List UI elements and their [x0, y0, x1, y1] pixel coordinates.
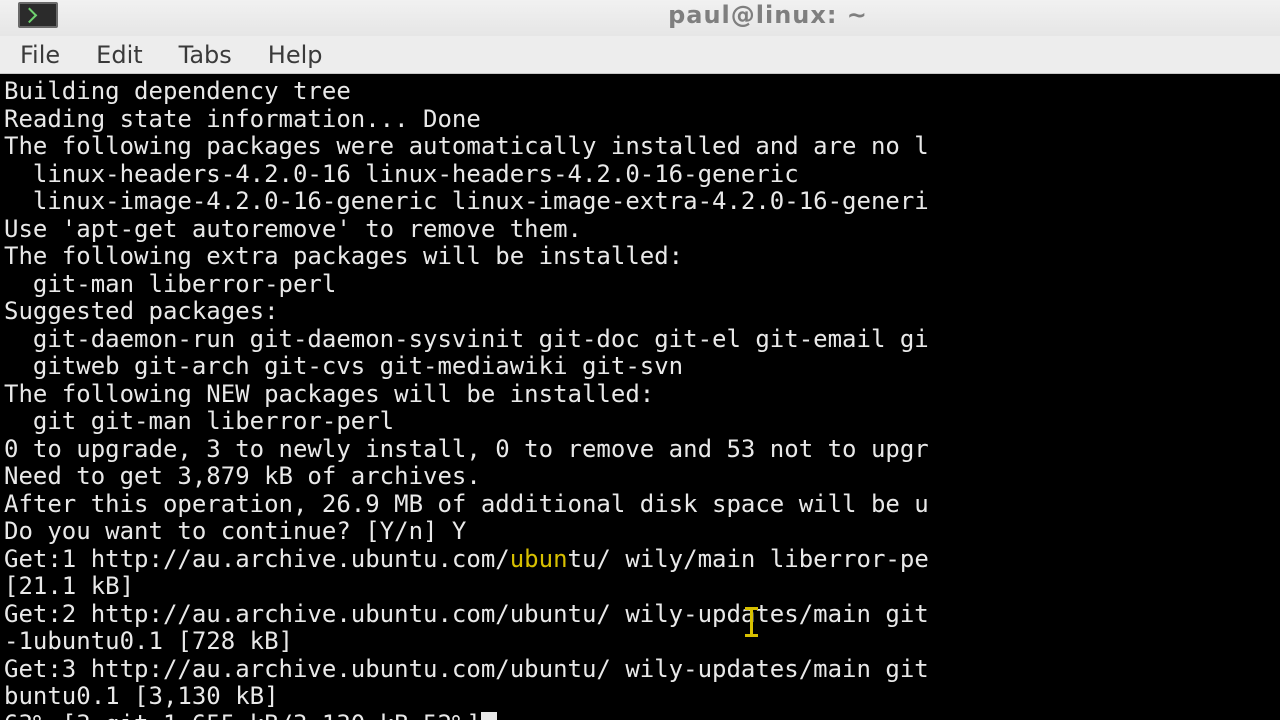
terminal-line: Get:3 http://au.archive.ubuntu.com/ubunt… [4, 654, 929, 684]
terminal-line-text: The following packages were automaticall… [4, 132, 929, 160]
menu-bar: File Edit Tabs Help [0, 36, 1280, 74]
terminal-line: gitweb git-arch git-cvs git-mediawiki gi… [4, 352, 929, 381]
terminal-line-text: 0 to upgrade, 3 to newly install, 0 to r… [4, 434, 929, 463]
menu-edit[interactable]: Edit [96, 41, 142, 69]
terminal-line: The following packages were automaticall… [4, 132, 929, 161]
terminal-line-text: Get:2 http://au.archive.ubuntu.com/ubunt… [4, 599, 929, 628]
terminal-line-text: After this operation, 26.9 MB of additio… [4, 489, 929, 518]
terminal-line-text: git-man liberror-perl [4, 269, 337, 298]
terminal-line: 0 to upgrade, 3 to newly install, 0 to r… [4, 434, 929, 464]
terminal-line: Use 'apt-get autoremove' to remove them. [4, 214, 929, 244]
menu-tabs[interactable]: Tabs [179, 41, 232, 69]
window-title: paul@linux: ~ [668, 1, 868, 29]
terminal-line-text: The following NEW packages will be insta… [4, 379, 655, 408]
terminal-line-text: The following extra packages will be ins… [4, 242, 684, 270]
terminal-line-text: Get:1 http://au.archive.ubuntu.com/ [4, 544, 510, 573]
terminal-line-text: Suggested packages: [4, 297, 279, 325]
terminal-line: git-man liberror-perl [4, 269, 929, 299]
terminal-line-text: Use 'apt-get autoremove' to remove them. [4, 214, 582, 243]
terminal-line-text: buntu0.1 [3,130 kB] [4, 682, 279, 710]
terminal-line: Need to get 3,879 kB of archives. [4, 462, 929, 491]
terminal-line: After this operation, 26.9 MB of additio… [4, 489, 929, 519]
terminal-line: git-daemon-run git-daemon-sysvinit git-d… [4, 324, 929, 354]
text-cursor-icon [745, 607, 758, 637]
terminal-line-text: Do you want to continue? [Y/n] Y [4, 517, 467, 545]
terminal-line-text: linux-headers-4.2.0-16 linux-headers-4.2… [4, 159, 799, 188]
terminal-line-text: Need to get 3,879 kB of archives. [4, 462, 481, 490]
terminal-line: Building dependency tree [4, 77, 929, 106]
terminal-line-text: tu/ wily/main liberror-pe [567, 544, 929, 573]
terminal-line: -1ubuntu0.1 [728 kB] [4, 627, 929, 656]
terminal-line-text: git git-man liberror-perl [4, 407, 395, 435]
terminal-line: [21.1 kB] [4, 572, 929, 601]
terminal-line: Get:2 http://au.archive.ubuntu.com/ubunt… [4, 599, 929, 629]
terminal-line-text: 63% [3 git 1,655 kB/3,130 kB 52%] [4, 710, 481, 720]
terminal-line-text: Building dependency tree [4, 77, 351, 105]
terminal-line-text: -1ubuntu0.1 [728 kB] [4, 627, 293, 655]
terminal-line: 63% [3 git 1,655 kB/3,130 kB 52%] [4, 710, 929, 720]
title-bar[interactable]: paul@linux: ~ [0, 0, 1280, 36]
menu-help[interactable]: Help [268, 41, 323, 69]
highlighted-text: ubun [509, 544, 568, 573]
terminal-line-text: [21.1 kB] [4, 572, 135, 600]
terminal-line-text: gitweb git-arch git-cvs git-mediawiki gi… [4, 352, 684, 380]
terminal-line-text: git-daemon-run git-daemon-sysvinit git-d… [4, 324, 929, 353]
terminal-line-text: Reading state information... Done [4, 104, 481, 133]
menu-file[interactable]: File [20, 41, 60, 69]
terminal-output-area[interactable]: Building dependency tree Reading state in… [0, 74, 1280, 720]
terminal-cursor [480, 711, 497, 720]
terminal-line: Suggested packages: [4, 297, 929, 326]
terminal-line: buntu0.1 [3,130 kB] [4, 682, 929, 711]
terminal-line: git git-man liberror-perl [4, 407, 929, 436]
terminal-line: The following NEW packages will be insta… [4, 379, 929, 409]
terminal-line-text: linux-image-4.2.0-16-generic linux-image… [4, 187, 929, 215]
terminal-line: Get:1 http://au.archive.ubuntu.com/ubunt… [4, 544, 929, 574]
terminal-line: The following extra packages will be ins… [4, 242, 929, 271]
terminal-line: linux-image-4.2.0-16-generic linux-image… [4, 187, 929, 216]
terminal-text[interactable]: Building dependency tree Reading state in… [4, 77, 929, 720]
terminal-window: paul@linux: ~ File Edit Tabs Help Buildi… [0, 0, 1280, 720]
terminal-line-text: Get:3 http://au.archive.ubuntu.com/ubunt… [4, 654, 929, 683]
terminal-line: Reading state information... Done [4, 104, 929, 134]
terminal-line: linux-headers-4.2.0-16 linux-headers-4.2… [4, 159, 929, 189]
terminal-line: Do you want to continue? [Y/n] Y [4, 517, 929, 546]
